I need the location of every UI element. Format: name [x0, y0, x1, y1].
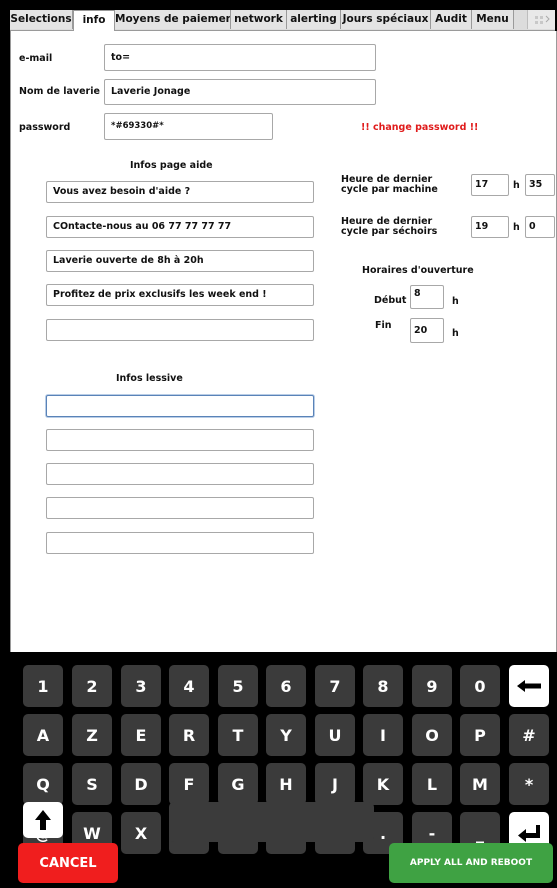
machine-cycle-h-label: h	[513, 180, 520, 191]
password-field[interactable]: *#69330#*	[104, 113, 273, 140]
help-title: Infos page aide	[130, 160, 213, 171]
key-1[interactable]: 1	[23, 665, 63, 707]
laverie-name-label: Nom de laverie	[19, 86, 100, 97]
key-7[interactable]: 7	[315, 665, 355, 707]
tab-bar: Selections info Moyens de paiement netwo…	[10, 10, 555, 31]
tab-info[interactable]: info	[73, 10, 115, 31]
cancel-button[interactable]: CANCEL	[18, 843, 118, 883]
dryer-cycle-hour-field[interactable]: 19	[471, 216, 509, 238]
lessive-line-5[interactable]	[46, 532, 314, 554]
tab-alerting[interactable]: alerting	[287, 10, 341, 29]
key-0[interactable]: 0	[460, 665, 500, 707]
key-u[interactable]: U	[315, 714, 355, 756]
key-o[interactable]: O	[412, 714, 452, 756]
machine-cycle-label-line2: cycle par machine	[341, 184, 438, 195]
tab-audit[interactable]: Audit	[431, 10, 472, 29]
key-2[interactable]: 2	[72, 665, 112, 707]
help-line-3[interactable]: Laverie ouverte de 8h à 20h	[46, 250, 314, 272]
tab-moyens-de-paiement[interactable]: Moyens de paiement	[115, 10, 231, 29]
key-6[interactable]: 6	[266, 665, 306, 707]
screen: Selections info Moyens de paiement netwo…	[0, 0, 557, 888]
lessive-line-4[interactable]	[46, 497, 314, 519]
dryer-cycle-h-label: h	[513, 222, 520, 233]
key-z[interactable]: Z	[72, 714, 112, 756]
key-hash[interactable]: #	[509, 714, 549, 756]
email-label: e-mail	[19, 53, 53, 64]
key-q[interactable]: Q	[23, 763, 63, 805]
key-a[interactable]: A	[23, 714, 63, 756]
change-password-link[interactable]: !! change password !!	[361, 122, 478, 133]
key-f[interactable]: F	[169, 763, 209, 805]
dryer-cycle-label-line2: cycle par séchoirs	[341, 226, 438, 237]
lessive-line-2[interactable]	[46, 429, 314, 451]
key-asterisk[interactable]: *	[509, 763, 549, 805]
key-j[interactable]: J	[315, 763, 355, 805]
opening-end-label: Fin	[375, 320, 392, 331]
key-g[interactable]: G	[218, 763, 258, 805]
opening-start-h-label: h	[452, 296, 459, 307]
lessive-line-3[interactable]	[46, 463, 314, 485]
key-r[interactable]: R	[169, 714, 209, 756]
key-d[interactable]: D	[121, 763, 161, 805]
help-line-4[interactable]: Profitez de prix exclusifs les week end …	[46, 284, 314, 306]
tab-jours-speciaux[interactable]: Jours spéciaux	[341, 10, 431, 29]
key-t[interactable]: T	[218, 714, 258, 756]
backspace-icon	[517, 680, 541, 692]
opening-start-label: Début	[374, 295, 407, 306]
key-4[interactable]: 4	[169, 665, 209, 707]
key-m[interactable]: M	[460, 763, 500, 805]
key-9[interactable]: 9	[412, 665, 452, 707]
key-5[interactable]: 5	[218, 665, 258, 707]
tab-scroll-button[interactable]	[527, 10, 555, 29]
opening-end-field[interactable]: 20	[410, 318, 444, 343]
key-s[interactable]: S	[72, 763, 112, 805]
tab-scroll-icon	[532, 13, 552, 26]
password-label: password	[19, 122, 71, 133]
help-line-1[interactable]: Vous avez besoin d'aide ?	[46, 181, 314, 203]
key-x[interactable]: X	[121, 812, 161, 854]
key-k[interactable]: K	[363, 763, 403, 805]
tab-selections[interactable]: Selections	[10, 10, 73, 29]
opening-end-h-label: h	[452, 328, 459, 339]
key-backspace[interactable]	[509, 665, 549, 707]
email-field[interactable]: to=	[104, 44, 376, 71]
dryer-cycle-minute-field[interactable]: 0	[525, 216, 555, 238]
opening-hours-title: Horaires d'ouverture	[362, 265, 474, 276]
machine-cycle-minute-field[interactable]: 35	[525, 174, 555, 196]
key-p[interactable]: P	[460, 714, 500, 756]
key-h[interactable]: H	[266, 763, 306, 805]
apply-all-and-reboot-button[interactable]: APPLY ALL AND REBOOT	[389, 843, 553, 883]
tab-menu[interactable]: Menu	[472, 10, 514, 29]
laverie-name-field[interactable]: Laverie Jonage	[104, 79, 376, 105]
lessive-line-1[interactable]	[46, 395, 314, 417]
key-shift[interactable]	[23, 802, 63, 838]
key-y[interactable]: Y	[266, 714, 306, 756]
key-i[interactable]: I	[363, 714, 403, 756]
key-space[interactable]	[169, 802, 374, 842]
machine-cycle-hour-field[interactable]: 17	[471, 174, 509, 196]
help-line-5[interactable]	[46, 319, 314, 341]
key-l[interactable]: L	[412, 763, 452, 805]
lessive-title: Infos lessive	[116, 373, 183, 384]
shift-icon	[35, 810, 51, 830]
opening-start-field[interactable]: 8	[410, 285, 444, 309]
enter-icon	[518, 825, 540, 842]
help-line-2[interactable]: COntacte-nous au 06 77 77 77 77	[46, 216, 314, 238]
key-8[interactable]: 8	[363, 665, 403, 707]
tab-network[interactable]: network	[231, 10, 287, 29]
key-3[interactable]: 3	[121, 665, 161, 707]
key-e[interactable]: E	[121, 714, 161, 756]
